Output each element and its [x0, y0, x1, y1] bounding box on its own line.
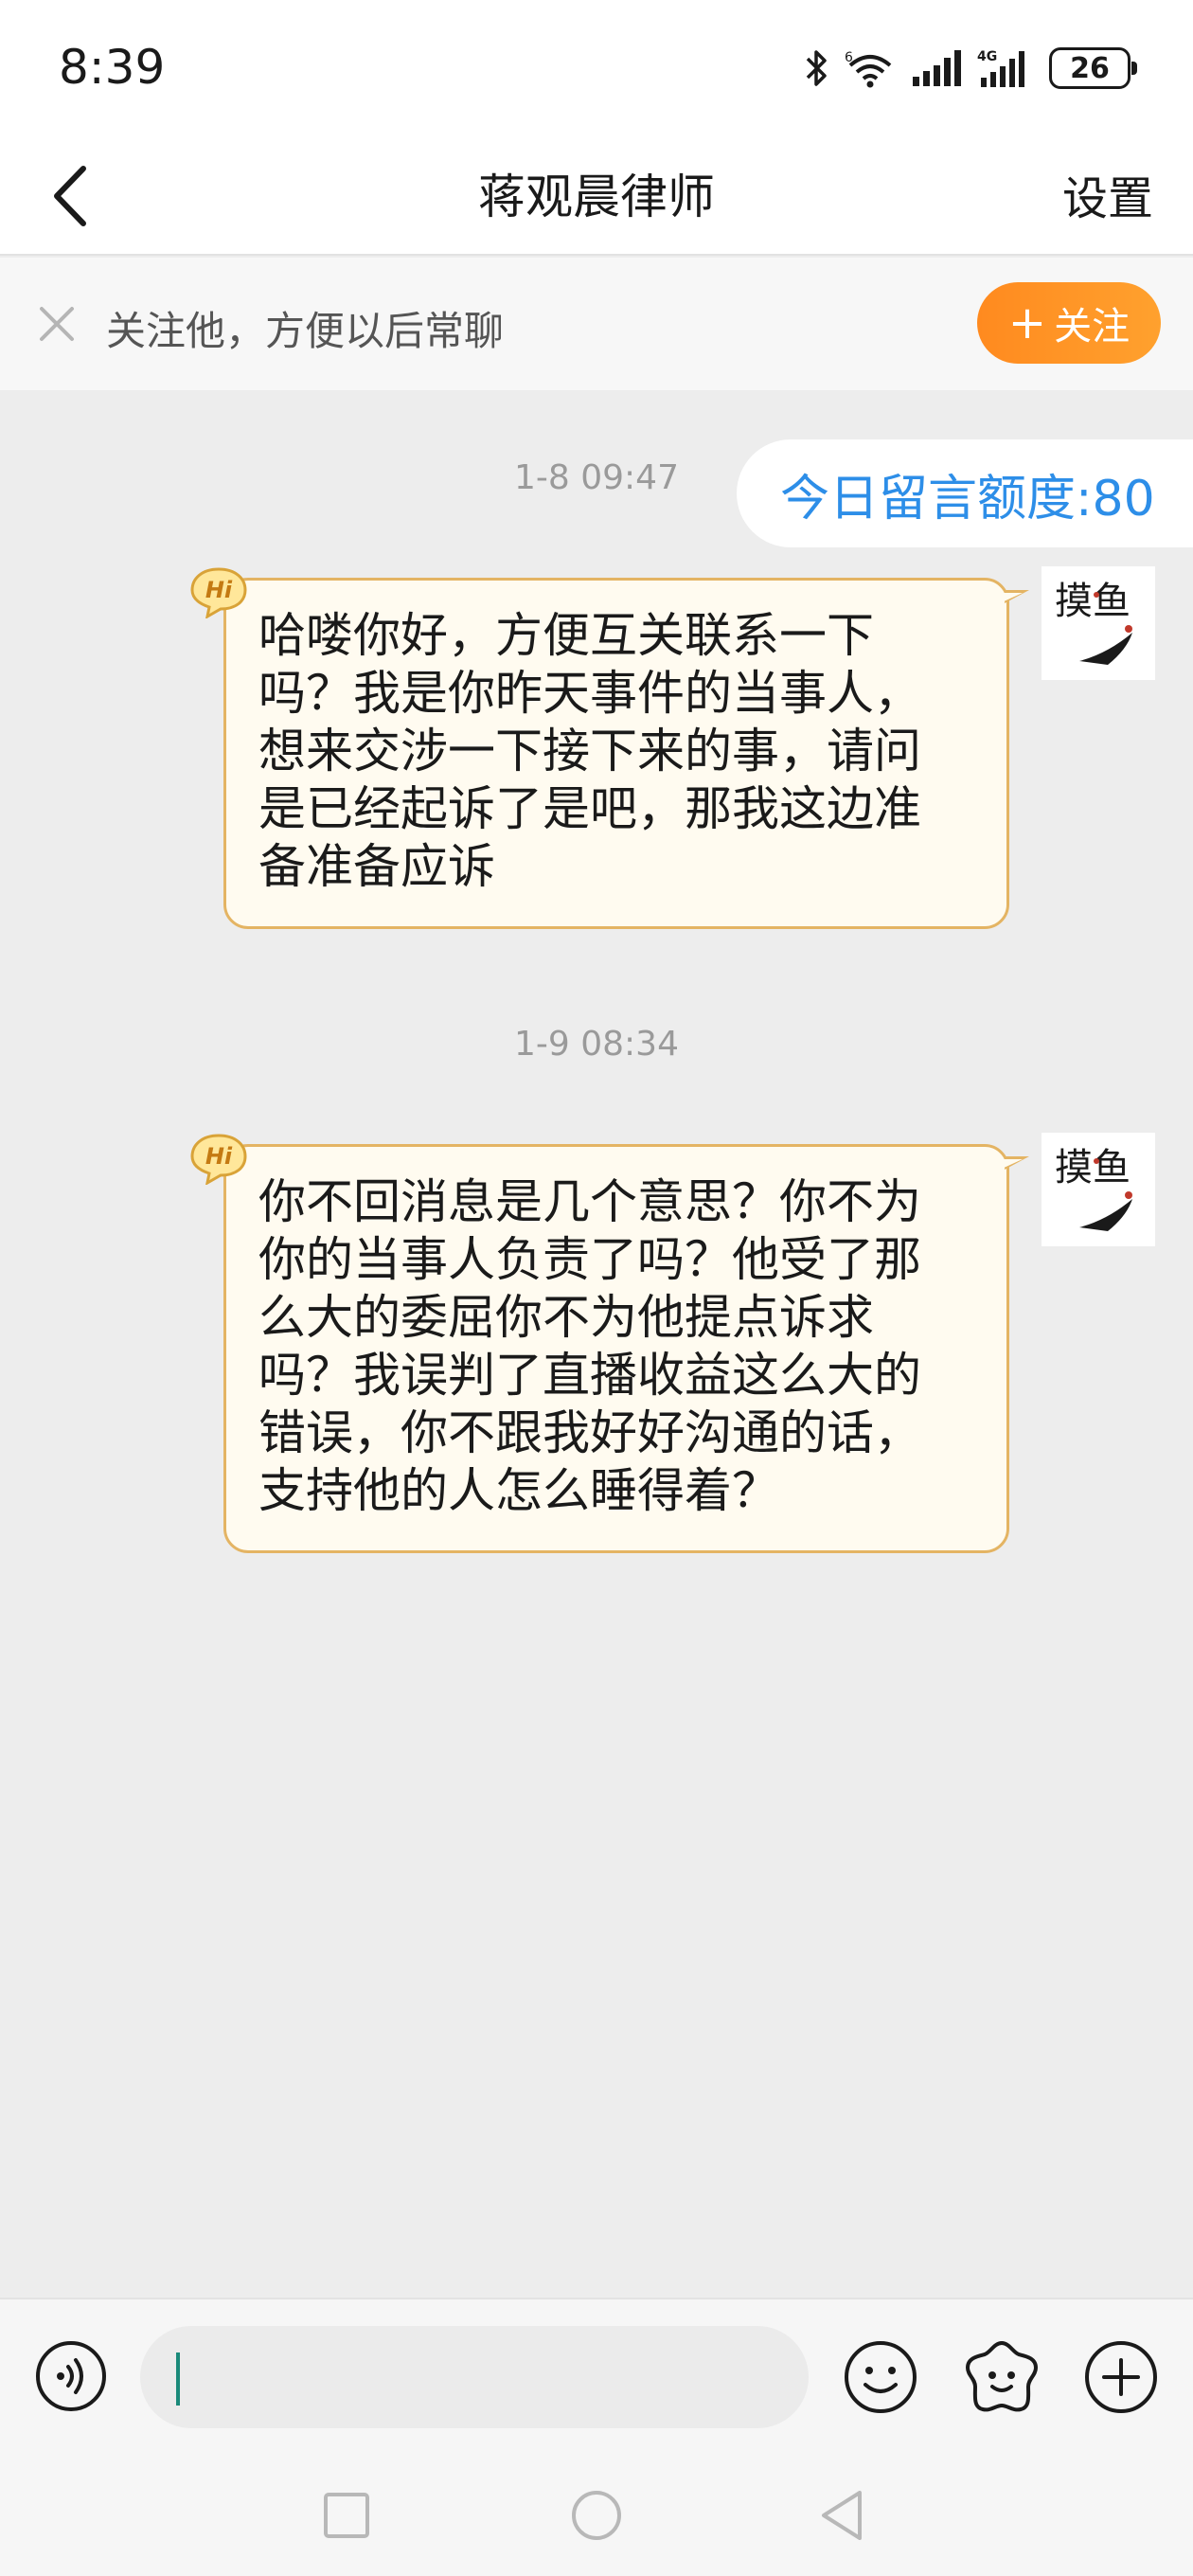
svg-text:Hi: Hi: [205, 1143, 233, 1170]
recents-square-icon[interactable]: [316, 2485, 377, 2546]
status-icons: 6 4G 26: [805, 44, 1137, 93]
message-line: 错误，你不跟我好好沟通的话，: [258, 1405, 921, 1460]
bluetooth-icon: [806, 50, 827, 86]
message-line: 哈喽你好，方便互关联系一下: [258, 608, 874, 663]
message-line: 你的当事人负责了吗？他受了那: [258, 1232, 921, 1287]
svg-text:Hi: Hi: [205, 577, 233, 603]
status-time: 8:39: [59, 40, 166, 95]
battery-icon: 26: [1049, 47, 1137, 89]
message-line: 支持他的人怎么睡得着？: [258, 1463, 779, 1518]
message-bubble[interactable]: Hi 哈喽你好，方便互关联系一下 吗？我是你昨天事件的当事人， 想来交涉一下接下…: [190, 567, 1029, 929]
status-bar: 8:39 6 4G 26: [0, 0, 1193, 133]
system-nav-bar: [0, 2453, 1193, 2576]
emoji-icon[interactable]: [843, 2339, 918, 2415]
signal-4g-icon: 4G: [977, 49, 1024, 87]
message-timestamp: 1-9 08:34: [514, 1025, 679, 1064]
message-line: 备准备应诉: [258, 839, 495, 894]
plus-circle-icon[interactable]: [1083, 2339, 1159, 2415]
message-line: 是已经起诉了是吧，那我这边准: [258, 781, 921, 836]
battery-level: 26: [1070, 51, 1110, 85]
hi-badge-icon: Hi: [190, 567, 247, 618]
plus-icon: +: [1007, 296, 1047, 349]
svg-text:摸鱼: 摸鱼: [1055, 1146, 1131, 1190]
bubble-tail: [1002, 590, 1029, 603]
svg-text:摸鱼: 摸鱼: [1055, 580, 1131, 623]
avatar[interactable]: 摸鱼: [1042, 566, 1155, 680]
message-quota-badge: 今日留言额度:80: [737, 439, 1193, 547]
text-caret: [176, 2352, 180, 2406]
message-line: 吗？我是你昨天事件的当事人，: [258, 666, 921, 721]
message-line: 吗？我误判了直播收益这么大的: [258, 1348, 921, 1403]
chat-header: 蒋观晨律师 设置: [0, 133, 1193, 256]
close-follow-bar-button[interactable]: [28, 295, 85, 352]
follow-suggestion-bar: 关注他，方便以后常聊 + 关注: [0, 258, 1193, 390]
hi-badge-icon: Hi: [190, 1134, 247, 1185]
sticker-icon[interactable]: [962, 2337, 1042, 2417]
back-triangle-icon[interactable]: [812, 2485, 873, 2546]
message-bubble[interactable]: Hi 你不回消息是几个意思？你不为 你的当事人负责了吗？他受了那 么大的委屈你不…: [190, 1134, 1029, 1553]
message-line: 么大的委屈你不为他提点诉求: [258, 1290, 874, 1345]
voice-icon[interactable]: [34, 2339, 108, 2413]
bubble-tail: [1002, 1156, 1029, 1170]
message-input[interactable]: [140, 2326, 809, 2428]
message-line: 你不回消息是几个意思？你不为: [258, 1174, 921, 1229]
close-icon: [40, 307, 74, 341]
svg-text:4G: 4G: [977, 49, 997, 64]
follow-button-label: 关注: [1054, 305, 1131, 349]
settings-button[interactable]: 设置: [1062, 161, 1153, 227]
home-circle-icon[interactable]: [566, 2485, 627, 2546]
wifi-icon: 6: [845, 50, 892, 88]
avatar[interactable]: 摸鱼: [1042, 1133, 1155, 1246]
message-line: 想来交涉一下接下来的事，请问: [258, 724, 921, 778]
signal-icon: [913, 50, 961, 86]
page-title: 蒋观晨律师: [478, 170, 715, 224]
follow-button[interactable]: + 关注: [977, 282, 1161, 364]
follow-suggestion-text: 关注他，方便以后常聊: [106, 308, 505, 354]
input-bar: [0, 2298, 1193, 2453]
